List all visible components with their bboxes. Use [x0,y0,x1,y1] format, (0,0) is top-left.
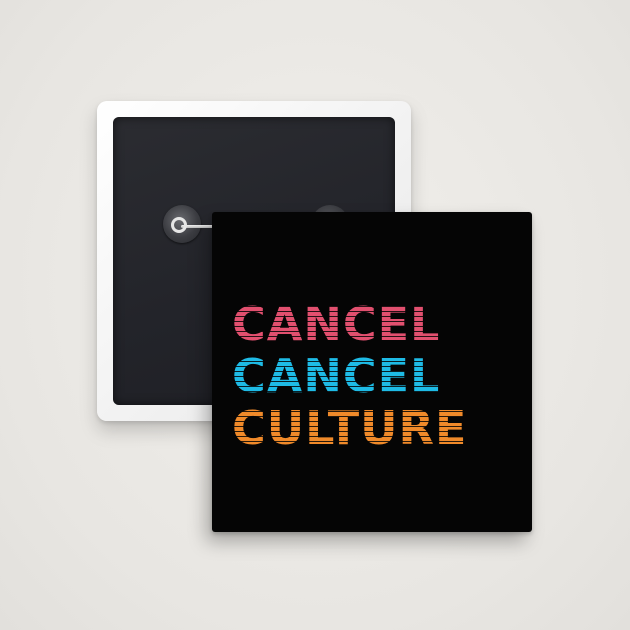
safety-pin-loop [171,217,187,233]
slogan-line-1: CANCEL [232,297,441,351]
button-front-view: CANCEL CANCEL CULTURE [212,212,532,532]
slogan: CANCEL CANCEL CULTURE [232,298,517,454]
product-photo-scene: CANCEL CANCEL CULTURE [0,0,630,630]
slogan-line-2: CANCEL [232,349,441,403]
slogan-line-3: CULTURE [232,401,468,455]
